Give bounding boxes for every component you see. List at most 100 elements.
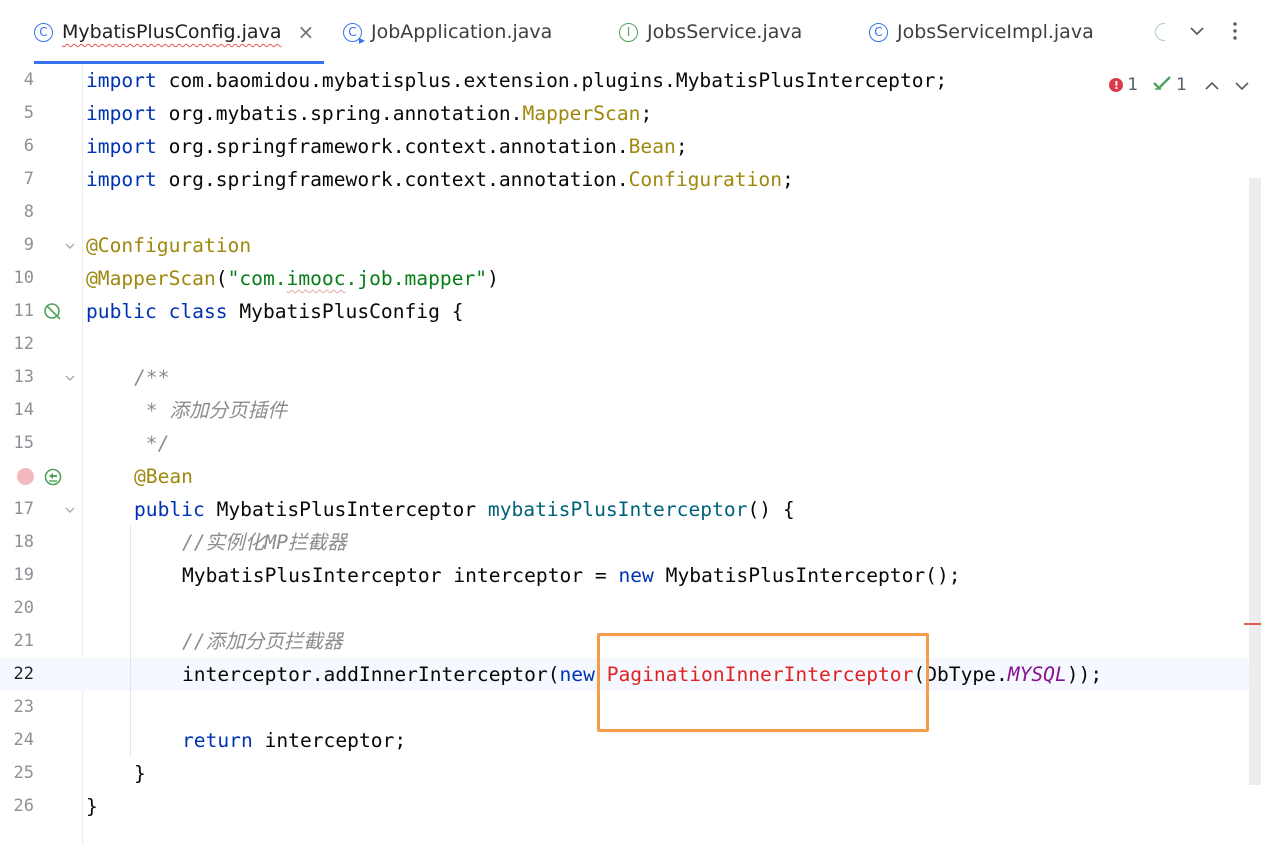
class-icon: C — [34, 22, 53, 42]
line-number: 13 — [13, 367, 34, 387]
keyword: new — [559, 663, 595, 686]
semicolon: ; — [782, 168, 794, 191]
error-stripe-mark[interactable] — [1244, 623, 1261, 625]
class-declaration: MybatisPlusConfig { — [227, 300, 464, 323]
line-number: 21 — [13, 631, 34, 651]
line-number: 9 — [23, 235, 34, 255]
more-options-icon[interactable] — [1228, 20, 1242, 46]
keyword: import — [86, 102, 157, 125]
keyword: new — [618, 564, 654, 587]
code-line[interactable]: 8 — [0, 196, 1261, 229]
line-number: 7 — [23, 169, 34, 189]
import-package: org.mybatis.spring.annotation. — [156, 102, 523, 125]
code-line[interactable]: 9 @Configuration — [0, 229, 1261, 262]
line-number: 4 — [23, 70, 34, 90]
string-literal: .job.mapper" — [345, 267, 488, 290]
line-number: 26 — [13, 796, 34, 816]
tab-jobapplication[interactable]: C ▶ JobApplication.java — [343, 0, 552, 64]
tab-mybatisplusconfig[interactable]: C MybatisPlusConfig.java × — [20, 0, 324, 64]
editor-tab-bar: C MybatisPlusConfig.java × C ▶ JobApplic… — [0, 0, 1261, 64]
closing-brace: } — [86, 795, 98, 818]
import-path: com.baomidou.mybatisplus.extension.plugi… — [156, 69, 948, 92]
code-line[interactable]: 4 import com.baomidou.mybatisplus.extens… — [0, 64, 1261, 97]
closing-brace: } — [134, 762, 146, 785]
tab-label: JobsService.java — [647, 21, 803, 43]
import-package: org.springframework.context.annotation. — [156, 168, 629, 191]
line-number: 17 — [13, 499, 34, 519]
code-line[interactable]: 17 public MybatisPlusInterceptor mybatis… — [0, 493, 1261, 526]
code-line[interactable]: 10 @MapperScan("com.imooc.job.mapper") — [0, 262, 1261, 295]
code-line[interactable]: 5 import org.mybatis.spring.annotation.M… — [0, 97, 1261, 130]
overflow-tab-icon[interactable] — [1155, 23, 1165, 41]
indent-guide — [130, 526, 131, 757]
tab-label: MybatisPlusConfig.java — [62, 21, 282, 43]
statement: interceptor; — [252, 729, 407, 752]
import-package: org.springframework.context.annotation. — [156, 135, 629, 158]
code-line[interactable]: 20 — [0, 592, 1261, 625]
code-line[interactable]: 13 /** — [0, 361, 1261, 394]
comment: * 添加分页插件 — [134, 399, 287, 422]
keyword: import — [86, 69, 157, 92]
line-number: 12 — [13, 334, 34, 354]
tab-label: JobApplication.java — [371, 21, 553, 43]
line-number: 11 — [13, 301, 34, 321]
code-line[interactable]: 14 * 添加分页插件 — [0, 394, 1261, 427]
tab-jobsservice[interactable]: I JobsService.java — [619, 0, 802, 64]
comment: //添加分页拦截器 — [182, 630, 343, 653]
fold-chevron-icon[interactable] — [64, 240, 76, 252]
keyword: public — [134, 498, 205, 521]
return-type: MybatisPlusInterceptor — [204, 498, 488, 521]
method-signature: () { — [747, 498, 795, 521]
annotation: @Bean — [134, 465, 193, 488]
fold-chevron-icon[interactable] — [64, 372, 76, 384]
class-icon: C — [869, 22, 888, 42]
vertical-scrollbar[interactable] — [1249, 178, 1261, 785]
import-class: MapperScan — [522, 102, 641, 125]
close-icon[interactable]: × — [297, 20, 314, 44]
code-line[interactable]: 26 } — [0, 790, 1261, 823]
line-number: 19 — [13, 565, 34, 585]
tab-label: JobsServiceImpl.java — [897, 21, 1094, 43]
keyword: import — [86, 135, 157, 158]
annotation: @MapperScan — [86, 267, 216, 290]
code-line[interactable]: 12 — [0, 328, 1261, 361]
code-line[interactable]: 25 } — [0, 757, 1261, 790]
code-line[interactable]: 11 public class MybatisPlusConfig { — [0, 295, 1261, 328]
comment: //实例化MP拦截器 — [182, 531, 347, 554]
semicolon: ; — [640, 102, 653, 125]
run-class-icon: C ▶ — [343, 22, 365, 45]
string-literal-typo: imooc — [286, 267, 346, 290]
keyword: return — [182, 729, 253, 752]
keyword: import — [86, 168, 157, 191]
line-number: 22 — [13, 664, 34, 684]
statement: MybatisPlusInterceptor interceptor = — [182, 564, 619, 587]
code-line[interactable]: 18 //实例化MP拦截器 — [0, 526, 1261, 559]
code-line[interactable]: 7 import org.springframework.context.ann… — [0, 163, 1261, 196]
highlight-box — [597, 633, 929, 732]
statement: MybatisPlusInterceptor(); — [653, 564, 961, 587]
tab-jobsserviceimpl[interactable]: C JobsServiceImpl.java — [869, 0, 1094, 64]
bean-navigation-icon[interactable] — [43, 467, 63, 491]
line-number: 24 — [13, 730, 34, 750]
keyword: public — [86, 300, 157, 323]
line-number: 5 — [23, 103, 34, 123]
comment: /** — [134, 366, 170, 389]
line-number: 8 — [23, 202, 34, 222]
paren: ) — [487, 267, 499, 290]
line-number: 10 — [13, 268, 34, 288]
statement: )); — [1066, 663, 1103, 686]
code-line[interactable]: 6 import org.springframework.context.ann… — [0, 130, 1261, 163]
string-literal: "com. — [227, 267, 287, 290]
enum-constant: MYSQL — [1007, 663, 1067, 686]
no-usages-config-icon[interactable] — [43, 302, 63, 326]
code-line[interactable]: 19 MybatisPlusInterceptor interceptor = … — [0, 559, 1261, 592]
semicolon: ; — [675, 135, 688, 158]
code-line[interactable]: 15 */ — [0, 427, 1261, 460]
statement: interceptor.addInnerInterceptor( — [182, 663, 560, 686]
code-line[interactable]: @Bean — [0, 460, 1261, 493]
breakpoint-icon[interactable] — [17, 468, 34, 485]
tab-list-chevron-icon[interactable] — [1188, 22, 1206, 44]
method-name: mybatisPlusInterceptor — [487, 498, 748, 521]
fold-chevron-icon[interactable] — [64, 504, 76, 516]
line-number: 15 — [13, 433, 34, 453]
